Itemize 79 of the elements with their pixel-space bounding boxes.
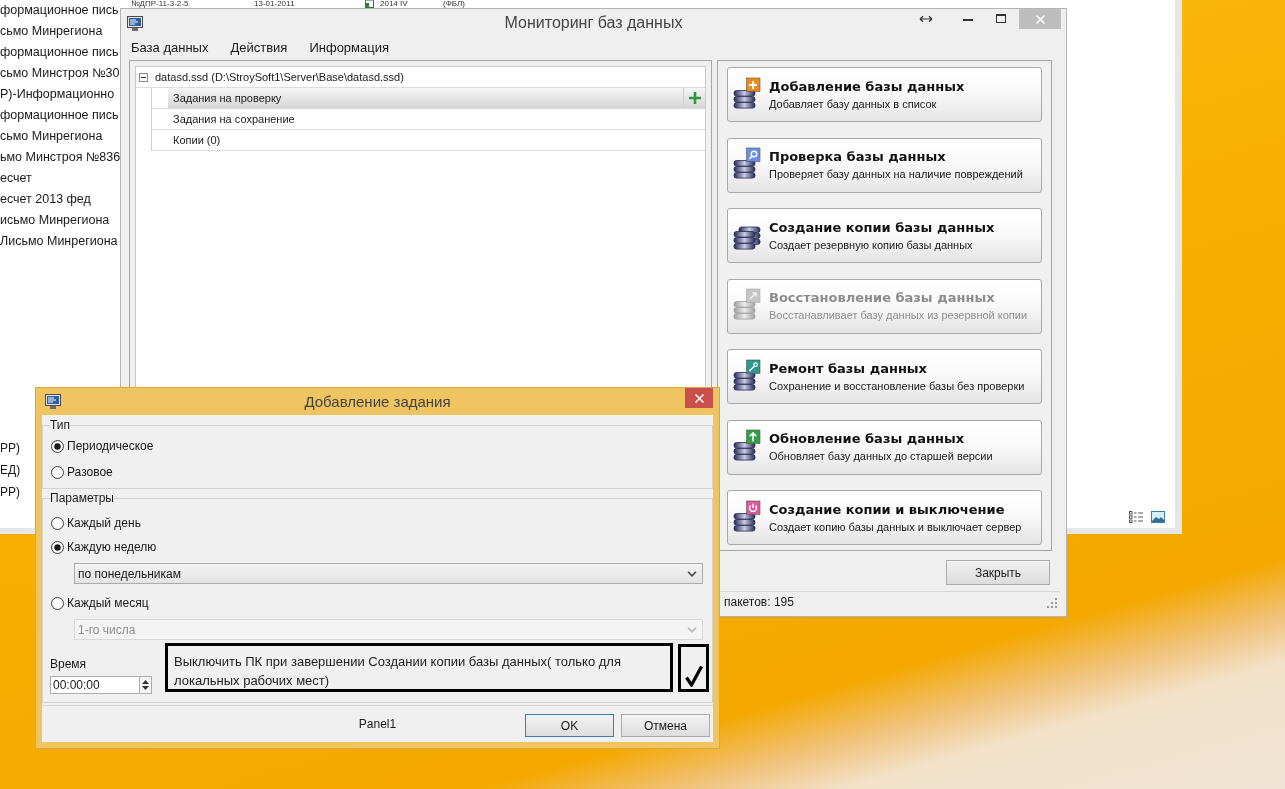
group-label: Тип (50, 418, 70, 432)
resize-grip-icon[interactable] (1047, 598, 1057, 608)
field-label: Время (50, 657, 87, 671)
add-button[interactable] (683, 88, 705, 108)
plus-icon (688, 92, 701, 104)
status-text: пакетов: 195 (724, 593, 794, 611)
database-up-arrow-icon (733, 429, 761, 461)
database-plus-icon (733, 76, 761, 109)
file-name[interactable]: ЕД) (0, 459, 21, 481)
file-name[interactable]: сьмо Минстроя №30 (0, 63, 120, 84)
file-name[interactable]: сьмо Минрегиона (0, 21, 103, 42)
radio-button[interactable] (51, 465, 64, 479)
file-name[interactable]: есчет (0, 168, 32, 189)
close-icon (1035, 14, 1045, 24)
checkbox[interactable] (678, 644, 709, 692)
file-date: 13-01-2011 (254, 0, 295, 8)
action-button[interactable]: Проверка базы данных Проверяет базу данных на наличие повреждений (727, 137, 1042, 193)
dropdown[interactable]: по понедельникам (74, 563, 703, 584)
option-text: Выключить ПК при завершении Создании копии базы данных( только для локальных рабочих мест) (165, 643, 673, 692)
action-button[interactable]: Создание копии базы данных Создает резервную копию базы данных (727, 208, 1042, 263)
dialog-title: Добавление задания (304, 392, 451, 412)
action-button[interactable]: Обновление базы данных Обновляет базу данных до старшей версии (727, 419, 1042, 475)
file-name[interactable]: РР) (0, 437, 20, 459)
menu-item[interactable]: База данных (131, 38, 209, 58)
file-name[interactable]: исьмо Минрегиона (0, 210, 110, 231)
database-magnifier-icon (733, 147, 761, 179)
double-arrow-icon[interactable] (919, 15, 933, 23)
database-power-icon (733, 499, 761, 532)
close-button[interactable] (685, 388, 713, 408)
radio-option[interactable]: Каждый день (51, 515, 141, 531)
file-name[interactable]: формационное пись (0, 105, 119, 126)
tree-item[interactable]: Задания на проверку (168, 88, 683, 108)
dialog-button[interactable]: OK (525, 714, 614, 737)
up-arrow-icon[interactable] (142, 680, 149, 684)
time-field[interactable]: 00:00:00 (50, 676, 139, 694)
checkmark-icon (684, 665, 703, 687)
radio-option[interactable]: Периодическое (51, 438, 154, 454)
file-name[interactable]: сьмо Минрегиона (0, 126, 103, 147)
panel-label: Panel1 (358, 716, 397, 733)
close-button[interactable]: Закрыть (946, 560, 1050, 585)
file-name[interactable]: ьмо Минстроя №836 (0, 147, 121, 168)
collapse-icon[interactable] (139, 72, 148, 82)
file-name[interactable]: есчет 2013 фед (0, 189, 91, 210)
file-name[interactable]: формационное пись (0, 42, 119, 63)
app-icon (127, 15, 143, 31)
file-name: (ФБЛ) (443, 0, 465, 8)
file-name: №ДПР-11-3-2-5 (131, 0, 189, 8)
database-arrow-icon (733, 288, 761, 320)
radio-button[interactable] (51, 516, 64, 530)
database-wrench-icon (733, 358, 761, 391)
radio-button[interactable] (51, 596, 64, 610)
app-icon (45, 394, 61, 409)
spin-buttons[interactable] (139, 676, 152, 694)
chevron-down-icon (687, 626, 697, 633)
action-button[interactable]: Ремонт базы данных Сохранение и восстановление базы без проверки (727, 349, 1042, 404)
radio-option[interactable]: Каждую неделю (51, 539, 157, 555)
chevron-down-icon (687, 570, 697, 577)
action-button[interactable]: Создание копии и выключение Создает копию базы данных и выключает сервер (727, 490, 1042, 545)
file-name[interactable]: формационное пись (0, 0, 119, 21)
window-title: Мониторинг баз данных (504, 13, 683, 33)
radio-option[interactable]: Каждый месяц (51, 595, 149, 611)
menu-item[interactable]: Действия (230, 38, 288, 58)
picture-icon[interactable] (1151, 511, 1165, 523)
down-arrow-icon[interactable] (142, 686, 149, 690)
menu-item[interactable]: Информация (309, 38, 389, 58)
file-name[interactable]: Р)-Информационно (0, 84, 115, 105)
details-view-icon[interactable] (1129, 511, 1143, 523)
group-label: Параметры (50, 491, 114, 505)
close-icon (694, 393, 704, 403)
file-name: 2014 IV (380, 0, 408, 8)
maximize-icon[interactable] (996, 14, 1006, 23)
radio-option[interactable]: Разовое (51, 464, 113, 480)
file-name[interactable]: РР) (0, 481, 20, 503)
radio-button[interactable] (51, 540, 64, 554)
file-name[interactable]: Лисьмо Минрегиона (0, 231, 118, 252)
radio-button[interactable] (51, 439, 64, 453)
action-button[interactable]: Добавление базы данных Добавляет базу данных в список (727, 67, 1042, 122)
dialog-button[interactable]: Отмена (621, 714, 710, 737)
tree-node[interactable]: datasd.ssd (D:\StroySoft1\Server\Base\datasd.ssd) (155, 68, 404, 86)
